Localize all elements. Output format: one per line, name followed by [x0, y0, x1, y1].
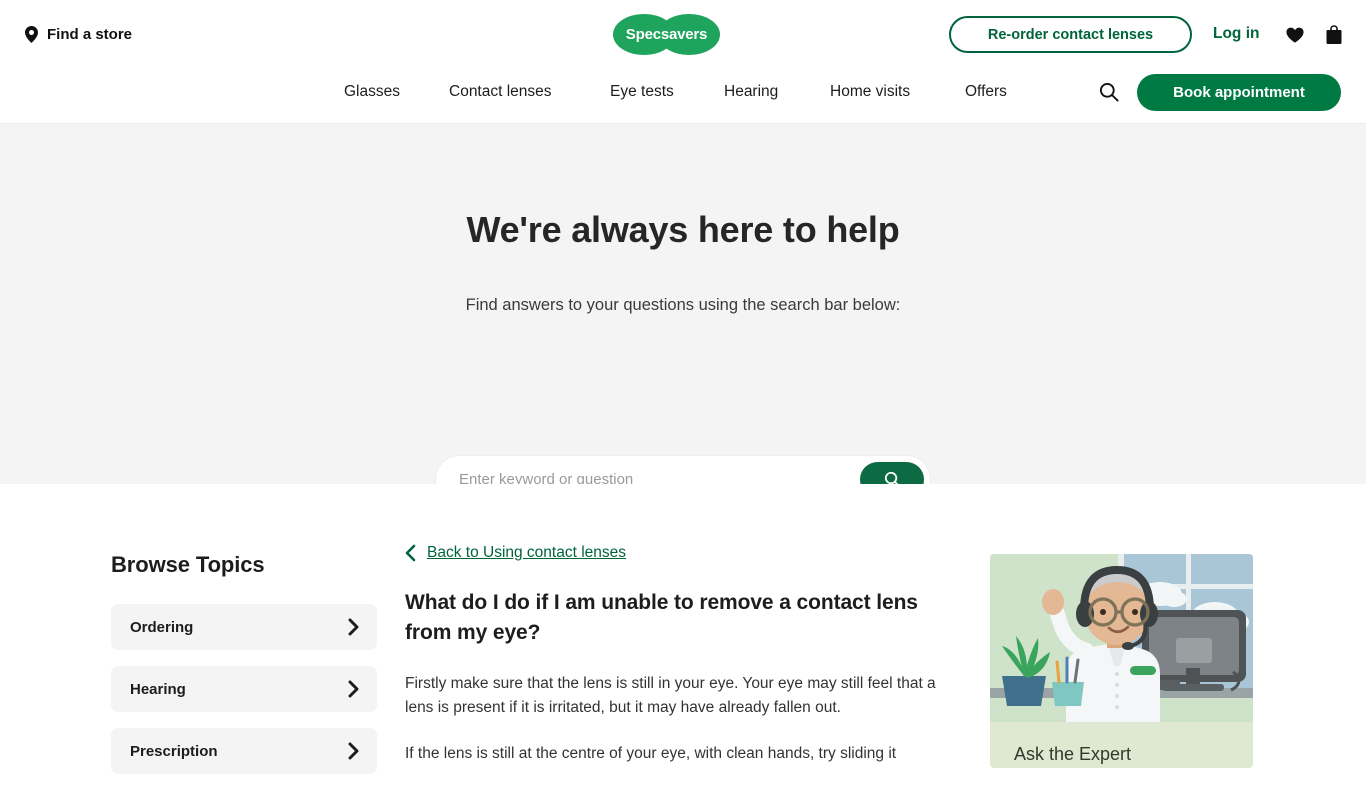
page-title: We're always here to help	[466, 209, 900, 250]
sidebar-item-label: Prescription	[130, 742, 218, 760]
hero-section: We're always here to help Find answers t…	[0, 124, 1366, 503]
expert-illustration	[990, 554, 1253, 722]
sidebar-item-ordering[interactable]: Ordering	[111, 604, 377, 650]
nav-item-contact-lenses[interactable]: Contact lenses	[449, 83, 552, 101]
nav-item-offers[interactable]: Offers	[965, 83, 1007, 101]
hero-subtitle: Find answers to your questions using the…	[465, 296, 901, 314]
content-section: Browse Topics Ordering Hearing Prescript…	[0, 484, 1366, 774]
nav-item-hearing[interactable]: Hearing	[724, 83, 778, 101]
specsavers-logo[interactable]: Specsavers	[613, 14, 720, 55]
browse-topics-heading: Browse Topics	[111, 552, 265, 577]
browse-topics-sidebar: Browse Topics Ordering Hearing Prescript…	[111, 552, 377, 790]
article-paragraph: Firstly make sure that the lens is still…	[405, 674, 936, 717]
search-icon[interactable]	[1099, 82, 1119, 102]
sidebar-item-prescription[interactable]: Prescription	[111, 728, 377, 774]
reorder-contact-lenses-button[interactable]: Re-order contact lenses	[949, 16, 1192, 53]
back-link-label: Back to Using contact lenses	[427, 544, 627, 561]
logo-wordmark: Specsavers	[625, 26, 708, 43]
login-link[interactable]: Log in	[1213, 25, 1260, 43]
find-a-store-link[interactable]: Find a store	[25, 26, 132, 43]
nav-item-glasses[interactable]: Glasses	[344, 83, 400, 101]
chevron-right-icon	[348, 742, 359, 760]
ask-the-expert-title: Ask the Expert	[1014, 744, 1132, 764]
article-paragraph: If the lens is still at the centre of yo…	[405, 744, 897, 762]
location-pin-icon	[25, 26, 38, 43]
ask-the-expert-card[interactable]: Ask the Expert	[990, 554, 1253, 768]
article-title: What do I do if I am unable to remove a …	[405, 591, 918, 644]
chevron-right-icon	[348, 680, 359, 698]
optician-with-headset-illustration	[990, 554, 1253, 722]
sidebar-item-label: Ordering	[130, 618, 194, 636]
find-a-store-label: Find a store	[47, 26, 133, 43]
sidebar-item-hearing[interactable]: Hearing	[111, 666, 377, 712]
nav-item-eye-tests[interactable]: Eye tests	[610, 83, 674, 101]
chevron-left-icon	[405, 544, 416, 562]
heart-icon[interactable]	[1286, 26, 1304, 44]
back-to-category-link[interactable]: Back to Using contact lenses	[405, 544, 961, 562]
book-appointment-button[interactable]: Book appointment	[1137, 74, 1341, 111]
sidebar-item-label: Hearing	[130, 680, 186, 698]
bag-icon[interactable]	[1325, 25, 1343, 45]
nav-item-home-visits[interactable]: Home visits	[830, 83, 910, 101]
primary-nav: Glasses Contact lenses Eye tests Hearing…	[0, 74, 1366, 124]
chevron-right-icon	[348, 618, 359, 636]
faq-article: Back to Using contact lenses What do I d…	[405, 544, 961, 787]
site-header: Find a store Specsavers Re-order contact…	[0, 0, 1366, 124]
